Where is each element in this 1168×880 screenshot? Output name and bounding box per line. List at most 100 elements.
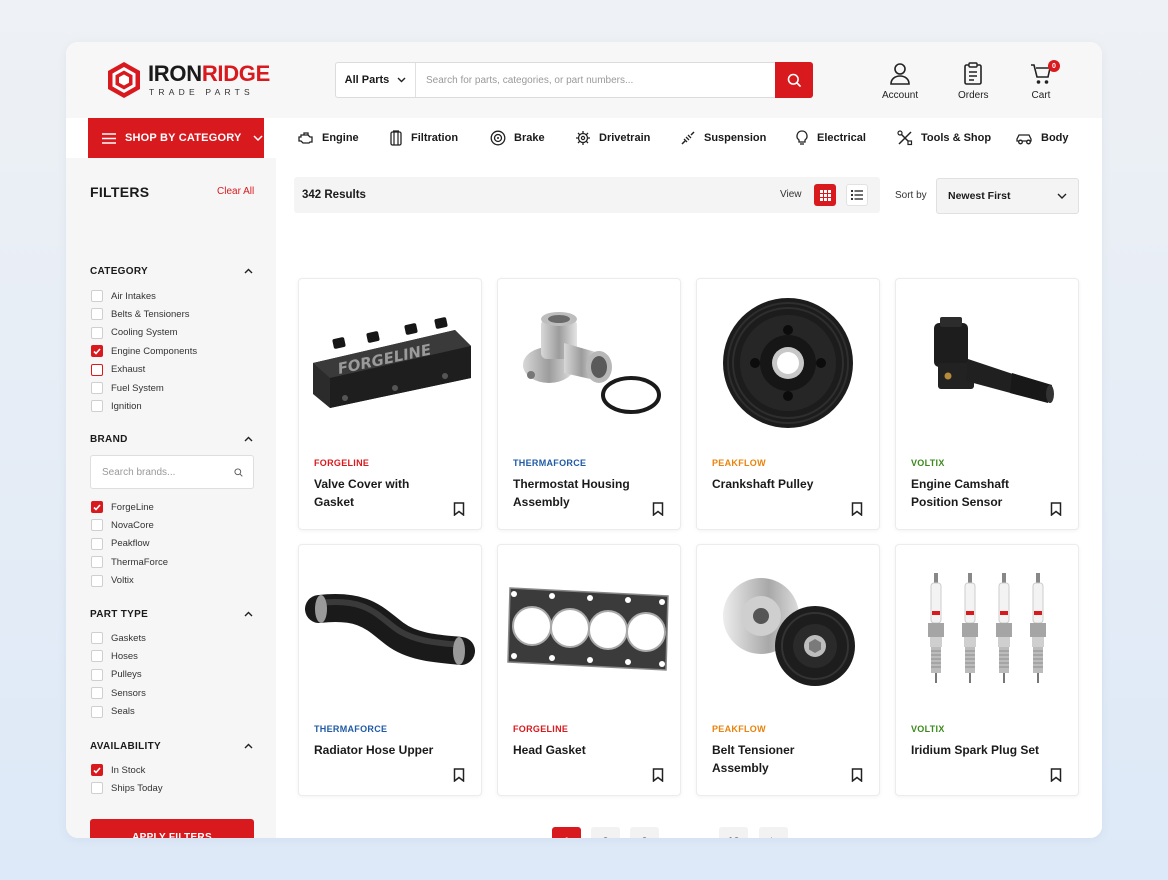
nav-item-filtration[interactable]: Filtration [389, 118, 458, 158]
nav-item-engine[interactable]: Engine [298, 118, 359, 158]
grid-view-button[interactable] [814, 184, 836, 206]
checkbox[interactable] [91, 650, 103, 663]
product-title[interactable]: Crankshaft Pulley [712, 476, 842, 494]
bookmark-icon[interactable] [453, 502, 465, 516]
checkbox[interactable] [91, 382, 103, 394]
clear-all-link[interactable]: Clear All [217, 186, 254, 197]
filter-option[interactable]: Ships Today [91, 782, 163, 795]
product-card[interactable]: PEAKFLOW Crankshaft Pulley [696, 278, 880, 530]
filter-option[interactable]: Voltix [91, 574, 134, 587]
product-image[interactable] [896, 279, 1078, 447]
product-image[interactable] [697, 545, 879, 713]
filter-option[interactable]: Sensors [91, 687, 146, 700]
checkbox[interactable] [91, 326, 103, 339]
checkbox[interactable] [91, 400, 103, 413]
logo[interactable]: IRONRIDGE TRADE PARTS [106, 61, 270, 99]
filter-option[interactable]: Cooling System [91, 326, 178, 339]
product-card[interactable]: THERMAFORCE Thermostat Housing Assembly [497, 278, 681, 530]
checkbox[interactable] [91, 574, 103, 587]
checkbox[interactable] [91, 556, 103, 569]
filter-option[interactable]: Engine Components [91, 345, 197, 358]
filter-option[interactable]: ThermaForce [91, 556, 168, 569]
chevron-up-icon[interactable] [244, 436, 253, 442]
bookmark-icon[interactable] [652, 502, 664, 516]
orders-button[interactable]: Orders [958, 62, 989, 101]
checkbox[interactable] [91, 764, 103, 776]
filter-option[interactable]: In Stock [91, 764, 145, 776]
product-image[interactable] [697, 279, 879, 447]
product-image[interactable]: FORGELINE [299, 279, 481, 447]
nav-item-body[interactable]: Body [1016, 118, 1069, 158]
product-image[interactable] [498, 545, 680, 713]
filter-option[interactable]: Fuel System [91, 382, 164, 394]
apply-filters-button[interactable]: APPLY FILTERS [90, 819, 254, 838]
filter-option[interactable]: Seals [91, 705, 135, 718]
page-button[interactable]: 3 [630, 827, 659, 838]
checkbox[interactable] [91, 501, 103, 513]
nav-item-brake[interactable]: Brake [490, 118, 545, 158]
product-card[interactable]: VOLTIX Engine Camshaft Position Sensor [895, 278, 1079, 530]
filter-option[interactable]: ForgeLine [91, 501, 154, 513]
page-button[interactable]: 1 [552, 827, 581, 838]
bookmark-icon[interactable] [1050, 768, 1062, 782]
nav-item-electrical[interactable]: Electrical [795, 118, 866, 158]
cart-button[interactable]: 0 Cart [1030, 60, 1060, 101]
checkbox[interactable] [91, 687, 103, 700]
search-button[interactable] [775, 62, 813, 98]
chevron-up-icon[interactable] [244, 268, 253, 274]
checkbox[interactable] [91, 537, 103, 550]
product-image[interactable] [498, 279, 680, 447]
product-title[interactable]: Belt Tensioner Assembly [712, 742, 842, 777]
product-title[interactable]: Thermostat Housing Assembly [513, 476, 643, 511]
filter-option[interactable]: Air Intakes [91, 290, 156, 302]
filter-option[interactable]: Ignition [91, 400, 142, 413]
shop-by-category-button[interactable]: SHOP BY CATEGORY [88, 118, 264, 158]
sort-select[interactable]: Newest First [936, 178, 1079, 214]
page-button[interactable]: 18 [719, 827, 748, 838]
checkbox[interactable] [91, 308, 103, 321]
filter-option[interactable]: NovaCore [91, 519, 154, 532]
list-view-button[interactable] [846, 184, 868, 206]
checkbox[interactable] [91, 345, 103, 358]
bookmark-icon[interactable] [851, 502, 863, 516]
search-input[interactable] [416, 63, 775, 97]
filter-option[interactable]: Peakflow [91, 537, 150, 550]
product-card[interactable]: FORGELINE Head Gasket [497, 544, 681, 796]
nav-item-drivetrain[interactable]: Drivetrain [575, 118, 650, 158]
chevron-up-icon[interactable] [244, 743, 253, 749]
chevron-up-icon[interactable] [244, 611, 253, 617]
nav-item-tools-shop[interactable]: Tools & Shop [897, 118, 991, 158]
bookmark-icon[interactable] [453, 768, 465, 782]
checkbox[interactable] [91, 363, 103, 376]
checkbox[interactable] [91, 519, 103, 532]
account-button[interactable]: Account [882, 62, 918, 101]
product-image[interactable] [896, 545, 1078, 713]
page-button[interactable]: 2 [591, 827, 620, 838]
bookmark-icon[interactable] [1050, 502, 1062, 516]
checkbox[interactable] [91, 290, 103, 302]
checkbox[interactable] [91, 705, 103, 718]
product-title[interactable]: Valve Cover with Gasket [314, 476, 444, 511]
product-card[interactable]: VOLTIX Iridium Spark Plug Set [895, 544, 1079, 796]
filter-option[interactable]: Gaskets [91, 632, 146, 644]
product-image[interactable] [299, 545, 481, 713]
product-card[interactable]: FORGELINE FORGELINE Valve Cover with Gas… [298, 278, 482, 530]
next-page-button[interactable] [759, 827, 788, 838]
checkbox[interactable] [91, 632, 103, 644]
product-title[interactable]: Iridium Spark Plug Set [911, 742, 1041, 760]
product-card[interactable]: THERMAFORCE Radiator Hose Upper [298, 544, 482, 796]
nav-item-suspension[interactable]: Suspension [680, 118, 766, 158]
checkbox[interactable] [91, 668, 103, 681]
filter-option[interactable]: Belts & Tensioners [91, 308, 190, 321]
product-card[interactable]: PEAKFLOW Belt Tensioner Assembly [696, 544, 880, 796]
brand-search-input[interactable] [91, 466, 234, 478]
filter-option[interactable]: Pulleys [91, 668, 142, 681]
product-title[interactable]: Radiator Hose Upper [314, 742, 444, 760]
search-category-select[interactable]: All Parts [336, 63, 416, 97]
bookmark-icon[interactable] [851, 768, 863, 782]
filter-option[interactable]: Exhaust [91, 363, 145, 376]
product-title[interactable]: Engine Camshaft Position Sensor [911, 476, 1041, 511]
product-title[interactable]: Head Gasket [513, 742, 643, 760]
checkbox[interactable] [91, 782, 103, 795]
filter-option[interactable]: Hoses [91, 650, 138, 663]
